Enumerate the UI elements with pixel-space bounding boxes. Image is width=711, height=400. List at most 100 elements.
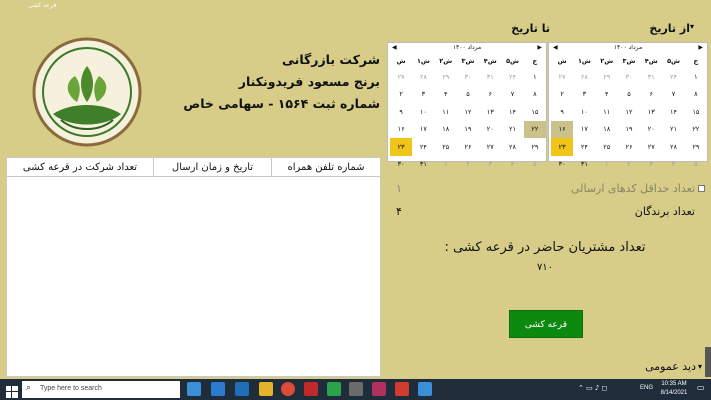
calendar-day[interactable]: ۲۰ <box>640 121 662 139</box>
calendar-day[interactable]: ۱۳ <box>479 103 501 121</box>
calendar-day[interactable]: ۲۷ <box>551 68 573 86</box>
calendar-day[interactable]: ۲۸ <box>412 68 434 86</box>
taskbar-search-box[interactable]: ⌕ Type here to search <box>22 381 180 398</box>
calendar-day[interactable]: ۲۳ <box>551 138 574 156</box>
calendar-day[interactable]: ۲۰ <box>479 121 501 139</box>
app-icon-6[interactable] <box>418 382 432 396</box>
calendar-day[interactable]: ۲۴ <box>412 138 434 156</box>
calendar-day[interactable]: ۴ <box>596 86 618 104</box>
calendar-day[interactable]: ۱۶ <box>390 121 412 139</box>
calendar-day[interactable]: ۱ <box>435 156 457 174</box>
to-date-calendar[interactable]: ◀ مرداد ۱۴۰۰ ▶ ش ۱ش ۲ش ۳ش ۴ش ۵ش ج ۲۷ ۲۸ ۲۹ ۳۰ ۳۱ ۲۴ ۱… <box>387 42 547 168</box>
calendar-day[interactable]: ۲۹ <box>435 68 457 86</box>
calendar-day[interactable]: ۱۴ <box>662 103 684 121</box>
calendar-day[interactable]: ۲۲ <box>523 120 546 138</box>
calendar-day[interactable]: ۲۴ <box>662 68 684 86</box>
calendar-day[interactable]: ۱۵ <box>524 103 546 121</box>
app-icon-2[interactable] <box>327 382 341 396</box>
min-codes-checkbox[interactable] <box>698 185 705 192</box>
scrollbar[interactable] <box>705 347 711 377</box>
calendar-day[interactable]: ۳۱ <box>412 156 434 174</box>
calendar-day[interactable]: ۳۰ <box>618 68 640 86</box>
calendar-day[interactable]: ۱۷ <box>573 121 595 139</box>
column-header-participation-count[interactable]: تعداد شرکت در قرعه کشی <box>7 158 154 177</box>
next-month-icon[interactable]: ▶ <box>698 44 703 51</box>
clock-date[interactable]: 8/14/2021 <box>655 390 693 396</box>
calendar-day[interactable]: ۶ <box>479 86 501 104</box>
calendar-day[interactable]: ۱۹ <box>618 121 640 139</box>
calendar-day[interactable]: ۳۱ <box>640 68 662 86</box>
calendar-day[interactable]: ۹ <box>390 103 412 121</box>
calendar-day[interactable]: ۳۰ <box>551 156 573 174</box>
calendar-day[interactable]: ۳۱ <box>479 68 501 86</box>
calendar-day[interactable]: ۲۸ <box>662 138 684 156</box>
calendar-day[interactable]: ۲۷ <box>479 138 501 156</box>
calendar-day[interactable]: ۸ <box>524 86 546 104</box>
from-date-calendar[interactable]: ◀ مرداد ۱۴۰۰ ▶ ش ۱ش ۲ش ۳ش ۴ش ۵ش ج ۲۷ ۲۸ ۲۹ ۳۰ ۳۱ ۲۴ ۱… <box>548 42 708 168</box>
calendar-day[interactable]: ۱۷ <box>412 121 434 139</box>
calendar-day[interactable]: ۳ <box>640 156 662 174</box>
calendar-day[interactable]: ۱۲ <box>618 103 640 121</box>
calendar-day[interactable]: ۲۹ <box>524 138 546 156</box>
calendar-day[interactable]: ۳۱ <box>573 156 595 174</box>
chevron-down-icon[interactable]: ▾ <box>690 22 704 36</box>
chrome-icon[interactable] <box>281 382 295 396</box>
calendar-day[interactable]: ۳ <box>412 86 434 104</box>
calendar-day[interactable]: ۲۹ <box>685 138 707 156</box>
calendar-day[interactable]: ۳۰ <box>390 156 412 174</box>
calendar-day[interactable]: ۲ <box>551 86 573 104</box>
calendar-day[interactable]: ۸ <box>685 86 707 104</box>
calendar-day[interactable]: ۲ <box>390 86 412 104</box>
draw-button[interactable]: قرعه کشی <box>509 310 583 338</box>
calendar-day[interactable]: ۵ <box>457 86 479 104</box>
calendar-day[interactable]: ۲۲ <box>685 121 707 139</box>
calendar-day[interactable]: ۹ <box>551 103 573 121</box>
calendar-day[interactable]: ۲۵ <box>596 138 618 156</box>
calendar-day[interactable]: ۱۰ <box>573 103 595 121</box>
next-month-icon[interactable]: ▶ <box>537 44 542 51</box>
app-icon-3[interactable] <box>349 382 363 396</box>
column-header-send-datetime[interactable]: تاریخ و زمان ارسال <box>154 158 272 177</box>
calendar-day[interactable]: ۲۹ <box>596 68 618 86</box>
overview-label[interactable]: دید عمومی <box>620 360 696 373</box>
file-explorer-icon[interactable] <box>259 382 273 396</box>
calendar-day[interactable]: ۱۸ <box>435 121 457 139</box>
calendar-day[interactable]: ۱۲ <box>457 103 479 121</box>
calendar-day[interactable]: ۴ <box>662 156 684 174</box>
column-header-mobile[interactable]: شماره تلفن همراه <box>272 158 380 177</box>
calendar-day[interactable]: ۲۸ <box>501 138 523 156</box>
calendar-day[interactable]: ۱۹ <box>457 121 479 139</box>
calendar-day[interactable]: ۳۰ <box>457 68 479 86</box>
calendar-day[interactable]: ۱۳ <box>640 103 662 121</box>
store-icon[interactable] <box>235 382 249 396</box>
calendar-day[interactable]: ۲۴ <box>501 68 523 86</box>
calendar-day[interactable]: ۲۶ <box>457 138 479 156</box>
calendar-day[interactable]: ۲۵ <box>435 138 457 156</box>
calendar-day[interactable]: ۱ <box>524 68 546 86</box>
calendar-day[interactable]: ۲۷ <box>640 138 662 156</box>
calendar-day[interactable]: ۱۰ <box>412 103 434 121</box>
app-icon-4[interactable] <box>372 382 386 396</box>
calendar-day[interactable]: ۱۶ <box>551 120 574 138</box>
calendar-day[interactable]: ۳ <box>573 86 595 104</box>
calendar-day[interactable]: ۱۱ <box>596 103 618 121</box>
app-icon-5[interactable] <box>395 382 409 396</box>
calendar-day[interactable]: ۵ <box>524 156 546 174</box>
calendar-day[interactable]: ۱ <box>685 68 707 86</box>
notification-icon[interactable]: ▭ <box>697 383 707 395</box>
calendar-day[interactable]: ۴ <box>501 156 523 174</box>
calendar-day[interactable]: ۲۳ <box>390 138 413 156</box>
calendar-day[interactable]: ۳ <box>479 156 501 174</box>
calendar-day[interactable]: ۷ <box>662 86 684 104</box>
clock-time[interactable]: 10:35 AM <box>655 381 693 387</box>
calendar-day[interactable]: ۲۱ <box>662 121 684 139</box>
app-icon-1[interactable] <box>304 382 318 396</box>
language-indicator[interactable]: ENG <box>640 385 653 391</box>
calendar-day[interactable]: ۱ <box>596 156 618 174</box>
winners-value[interactable]: ۴ <box>396 205 402 218</box>
calendar-day[interactable]: ۲ <box>457 156 479 174</box>
calendar-day[interactable]: ۵ <box>618 86 640 104</box>
edge-icon[interactable] <box>211 382 225 396</box>
calendar-day[interactable]: ۱۵ <box>685 103 707 121</box>
calendar-day[interactable]: ۲۶ <box>618 138 640 156</box>
